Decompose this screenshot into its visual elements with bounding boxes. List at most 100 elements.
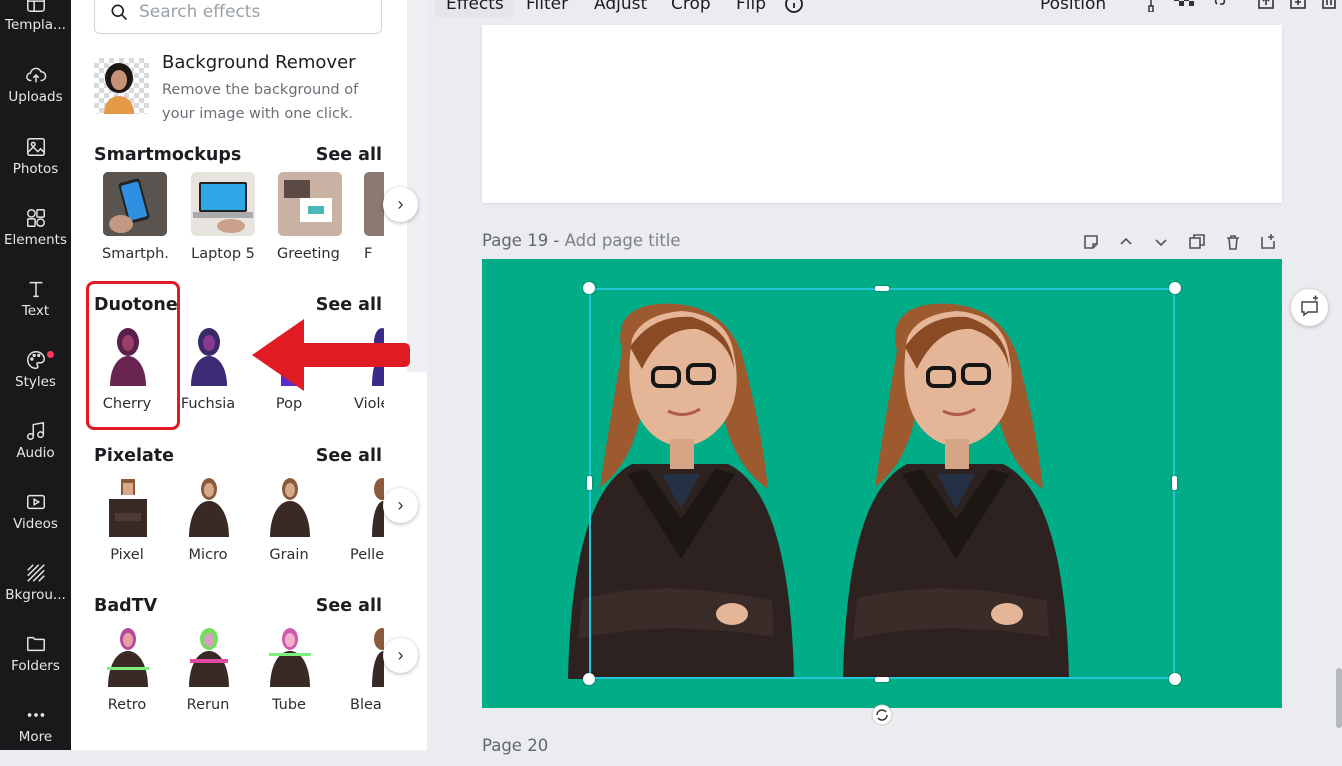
link-icon[interactable] [1209, 0, 1231, 10]
effect-tile-micro[interactable]: Micro [175, 473, 241, 573]
effect-label: Viole [354, 396, 384, 412]
paint-roller-icon[interactable] [1144, 0, 1158, 12]
rail-audio[interactable]: Audio [0, 420, 71, 482]
shapes-icon [26, 209, 45, 227]
filter-button[interactable]: Filter [526, 0, 568, 14]
effect-tile-pellet[interactable]: Pelle [350, 473, 384, 573]
effect-label: F [364, 246, 373, 262]
resize-handle-bottom-left[interactable] [583, 673, 595, 685]
effect-label: Greeting ... [277, 246, 343, 262]
rerun-effect-thumbnail [176, 623, 240, 687]
effect-tile-bleach[interactable]: Blea [350, 623, 384, 723]
see-all-link[interactable]: See all [316, 446, 382, 466]
retro-effect-thumbnail [95, 623, 159, 687]
chevron-up-icon[interactable] [1117, 233, 1135, 251]
resize-handle-top-right[interactable] [1169, 282, 1181, 294]
rail-label: Bkgrou... [5, 587, 66, 603]
rail-label: Templa... [5, 17, 66, 33]
duplicate-page-icon[interactable] [1188, 233, 1206, 251]
see-all-link[interactable]: See all [316, 295, 382, 315]
page-19-header: Page 19 - Add page title [482, 231, 681, 250]
background-remover-card[interactable]: Background Remover Remove the background… [94, 52, 394, 124]
effect-tile-rerun[interactable]: Rerun [175, 623, 241, 723]
rail-label: Audio [16, 445, 55, 461]
search-input[interactable]: Search effects [94, 0, 382, 34]
effect-tile-retro[interactable]: Retro [94, 623, 160, 723]
video-icon [26, 494, 45, 510]
resize-handle-right[interactable] [1172, 476, 1177, 490]
resize-handle-top[interactable] [875, 286, 889, 291]
comment-icon [1301, 295, 1318, 317]
palette-icon [26, 351, 45, 369]
rail-photos[interactable]: Photos [0, 136, 71, 198]
effect-tile-fuchsia[interactable]: Fuchsia [175, 322, 241, 422]
page-notes-icon[interactable] [1082, 233, 1100, 251]
next-arrow-button[interactable]: › [383, 488, 418, 523]
tube-effect-thumbnail [257, 623, 321, 687]
chevron-down-icon[interactable] [1152, 233, 1170, 251]
effect-label: Pixel [110, 547, 144, 563]
crop-button[interactable]: Crop [671, 0, 711, 14]
rail-text[interactable]: Text [0, 278, 71, 340]
rail-label: Uploads [8, 89, 63, 105]
effect-tile-grain[interactable]: Grain [256, 473, 322, 573]
effect-tile-tube[interactable]: Tube [256, 623, 322, 723]
resize-handle-bottom-right[interactable] [1169, 673, 1181, 685]
delete-icon[interactable] [1320, 0, 1338, 10]
rail-folders[interactable]: Folders [0, 633, 71, 695]
see-all-link[interactable]: See all [316, 145, 382, 165]
adjust-button[interactable]: Adjust [594, 0, 647, 14]
rail-label: More [18, 729, 53, 745]
rotate-icon[interactable] [871, 704, 893, 726]
next-arrow-button[interactable]: › [383, 187, 418, 222]
rail-uploads[interactable]: Uploads [0, 64, 71, 126]
flip-button[interactable]: Flip [736, 0, 766, 14]
background-remover-thumbnail [94, 58, 149, 114]
effect-tile[interactable]: Laptop 5 [190, 172, 256, 272]
folder-icon [26, 636, 45, 652]
rail-templates[interactable]: Templa... [0, 0, 71, 54]
selection-frame[interactable] [589, 288, 1175, 679]
chevron-right-icon: › [397, 645, 404, 665]
text-icon [29, 281, 42, 298]
pellet-effect-thumbnail [350, 473, 384, 537]
page-18-canvas[interactable] [482, 25, 1282, 203]
add-page-title-input[interactable]: Add page title [565, 231, 681, 250]
effect-tile[interactable]: F [364, 172, 384, 272]
resize-handle-left[interactable] [587, 476, 592, 490]
rail-background[interactable]: Bkgrou... [0, 562, 71, 624]
info-icon[interactable] [784, 0, 804, 14]
upload-cloud-icon [25, 67, 46, 83]
notification-dot [47, 351, 54, 358]
delete-page-icon[interactable] [1224, 233, 1242, 251]
transparency-icon[interactable] [1174, 0, 1194, 10]
see-all-link[interactable]: See all [316, 596, 382, 616]
rail-videos[interactable]: Videos [0, 491, 71, 553]
effect-label: Pelle [350, 547, 384, 563]
position-button[interactable]: Position [1040, 0, 1106, 14]
more-dots-icon [27, 713, 44, 717]
music-note-icon [26, 421, 44, 440]
export-icon[interactable] [1257, 0, 1275, 10]
effect-tile-pixel[interactable]: Pixel [94, 473, 160, 573]
effects-button[interactable]: Effects [446, 0, 504, 14]
canvas-scrollbar[interactable] [1336, 668, 1342, 728]
highlight-box [86, 281, 180, 430]
effect-tile[interactable]: Smartph... [102, 172, 168, 272]
background-icon [26, 564, 45, 582]
duplicate-icon[interactable] [1289, 0, 1307, 10]
side-rail: Templa... Uploads Photos Elements Text S… [0, 0, 71, 750]
effect-label: Micro [188, 547, 228, 563]
micro-effect-thumbnail [176, 473, 240, 537]
effect-tile[interactable]: Greeting ... [277, 172, 343, 272]
rail-more[interactable]: More [0, 704, 71, 766]
rail-label: Photos [12, 161, 59, 177]
effect-label: Laptop 5 [191, 246, 255, 262]
rail-styles[interactable]: Styles [0, 349, 71, 411]
comment-button[interactable] [1291, 289, 1328, 326]
resize-handle-top-left[interactable] [583, 282, 595, 294]
resize-handle-bottom[interactable] [875, 677, 889, 682]
add-page-icon[interactable] [1259, 233, 1277, 251]
rail-elements[interactable]: Elements [0, 207, 71, 269]
next-arrow-button[interactable]: › [383, 638, 418, 673]
